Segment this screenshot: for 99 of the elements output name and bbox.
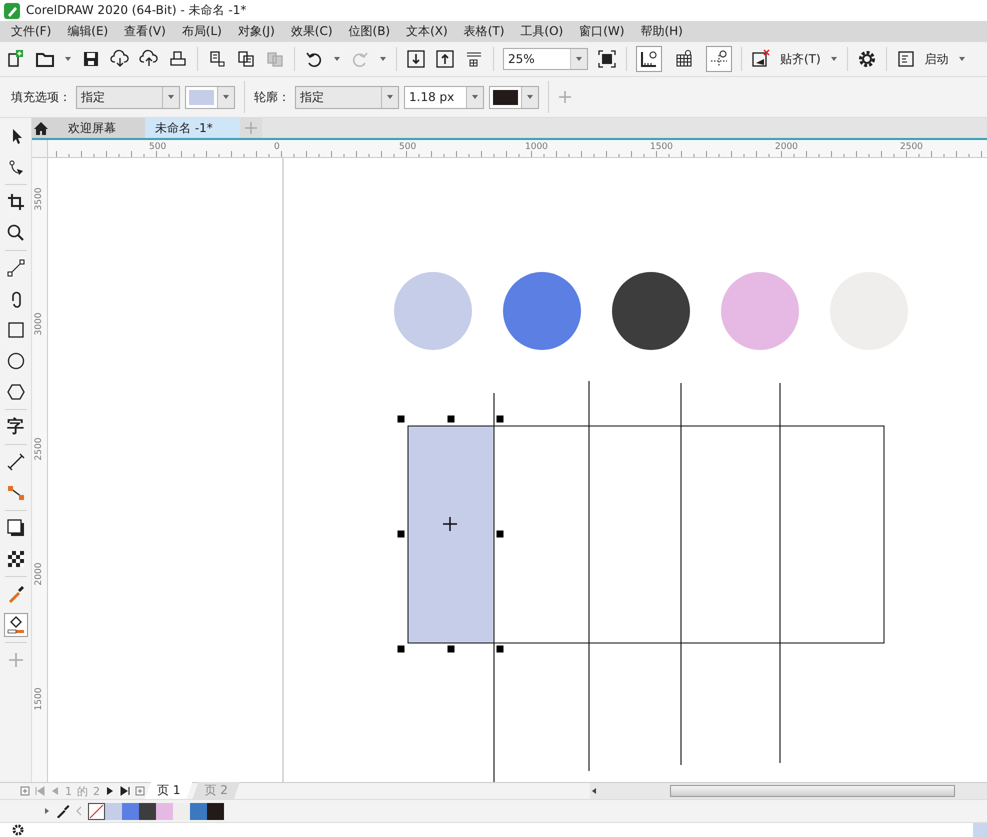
ruler-label: 2500	[34, 436, 44, 462]
rectangle-tool-icon[interactable]	[6, 320, 26, 340]
ruler-label: 0	[274, 142, 280, 152]
document-tab[interactable]: 欢迎屏幕	[50, 118, 145, 138]
window-icon[interactable]	[896, 49, 916, 69]
ruler-label: 3000	[34, 312, 44, 338]
color-swatch[interactable]	[190, 802, 207, 820]
menu-item[interactable]: 效果(C)	[286, 23, 344, 40]
new-document-icon[interactable]	[6, 49, 26, 69]
drop-shadow-icon[interactable]	[6, 518, 26, 538]
filled-rectangle[interactable]	[408, 426, 494, 644]
snap-menu[interactable]: 贴齐(T)	[780, 50, 821, 68]
save-icon[interactable]	[81, 49, 101, 69]
caret-icon	[471, 94, 479, 100]
import-icon[interactable]	[406, 49, 426, 69]
snap-off-icon[interactable]	[751, 49, 771, 69]
launch-menu[interactable]: 启动	[924, 50, 949, 68]
outline-type-dropdown[interactable]: 指定	[295, 86, 399, 108]
line-tool-icon[interactable]	[6, 258, 26, 278]
page-tab[interactable]: 页 1	[145, 782, 192, 799]
settings-icon[interactable]	[12, 824, 24, 836]
menu-item[interactable]: 窗口(W)	[574, 23, 636, 40]
caret-icon	[575, 56, 583, 62]
color-swatch[interactable]	[139, 802, 156, 820]
menu-item[interactable]: 查看(V)	[119, 23, 177, 40]
caret-icon[interactable]	[333, 56, 341, 62]
menu-item[interactable]: 文件(F)	[6, 23, 62, 40]
outline-width-dropdown[interactable]: 1.18 px	[404, 86, 484, 108]
outline-label: 轮廓：	[254, 88, 290, 106]
page-of-label: 的	[77, 784, 88, 798]
color-swatch[interactable]	[122, 802, 139, 820]
outline-color-picker[interactable]	[489, 86, 539, 108]
expand-arrow-icon[interactable]	[44, 807, 50, 815]
caret-icon[interactable]	[64, 56, 72, 62]
dimension-tool-icon[interactable]	[6, 452, 26, 472]
ruler-label: 2000	[34, 562, 44, 588]
color-swatch[interactable]	[105, 802, 122, 820]
export-icon[interactable]	[435, 49, 455, 69]
ruler-label: 500	[149, 142, 166, 152]
scroll-left-icon[interactable]	[590, 787, 598, 795]
ruler-label: 2500	[900, 142, 923, 152]
connector-tool-icon[interactable]	[6, 483, 26, 503]
fill-color-picker[interactable]	[185, 86, 235, 108]
menu-item[interactable]: 位图(B)	[344, 23, 402, 40]
current-page-number: 1	[65, 784, 72, 798]
crosshair-cursor-icon	[442, 516, 458, 532]
ruler-label: 1500	[650, 142, 673, 152]
menu-item[interactable]: 对象(J)	[232, 23, 286, 40]
next-page-icon[interactable]	[105, 786, 115, 796]
full-screen-icon[interactable]	[597, 49, 617, 69]
menu-item[interactable]: 文本(X)	[401, 23, 459, 40]
ruler-label: 500	[399, 142, 416, 152]
caret-icon	[386, 94, 394, 100]
selection-handles[interactable]	[398, 416, 504, 652]
ellipse-tool-icon[interactable]	[6, 351, 26, 371]
window-title: CorelDRAW 2020 (64-Bit) - 未命名 -1*	[26, 2, 246, 19]
cloud-upload-icon[interactable]	[139, 49, 159, 69]
caret-icon[interactable]	[830, 56, 838, 62]
zoom-dropdown[interactable]: 25%	[503, 48, 588, 70]
fill-tool-icon[interactable]	[6, 615, 26, 635]
add-page-icon[interactable]	[20, 786, 30, 796]
crop-icon[interactable]	[6, 192, 26, 212]
home-icon[interactable]	[33, 120, 49, 136]
no-color-swatch[interactable]	[88, 802, 105, 820]
add-page-icon[interactable]	[135, 786, 145, 796]
color-swatch[interactable]	[207, 802, 224, 820]
scrollbar-thumb[interactable]	[670, 785, 955, 797]
app-logo-icon	[4, 2, 20, 18]
last-page-icon[interactable]	[120, 786, 130, 796]
menu-item[interactable]: 编辑(E)	[62, 23, 120, 40]
caret-icon	[167, 94, 175, 100]
menu-item[interactable]: 帮助(H)	[635, 23, 694, 40]
caret-icon	[526, 94, 534, 100]
ruler-label: 3500	[34, 186, 44, 212]
caret-icon	[222, 94, 230, 100]
menu-item[interactable]: 表格(T)	[458, 23, 516, 40]
rulers-icon[interactable]	[639, 49, 659, 69]
color-swatch[interactable]	[156, 802, 173, 820]
ruler-label: 1000	[525, 142, 548, 152]
ruler-label: 2000	[775, 142, 798, 152]
grid-icon[interactable]	[674, 49, 694, 69]
polygon-tool-icon[interactable]	[6, 382, 26, 402]
zoom-icon[interactable]	[6, 223, 26, 243]
fill-label: 填充选项：	[11, 88, 71, 106]
cloud-download-icon[interactable]	[110, 49, 130, 69]
settings-icon[interactable]	[856, 49, 877, 69]
ruler-label: 1500	[34, 686, 44, 712]
eyedropper-icon[interactable]	[56, 804, 70, 818]
document-tab[interactable]: 未命名 -1*	[145, 118, 240, 138]
checkerboard-icon[interactable]	[6, 549, 26, 569]
color-swatch[interactable]	[173, 802, 190, 820]
text-tool[interactable]: 字	[7, 417, 24, 437]
caret-icon[interactable]	[379, 56, 387, 62]
caret-icon[interactable]	[958, 56, 966, 62]
copy-icon[interactable]	[236, 49, 256, 69]
total-pages: 2	[93, 784, 100, 798]
menu-item[interactable]: 布局(L)	[176, 23, 233, 40]
fill-type-dropdown[interactable]: 指定	[76, 86, 180, 108]
menu-item[interactable]: 工具(O)	[515, 23, 574, 40]
